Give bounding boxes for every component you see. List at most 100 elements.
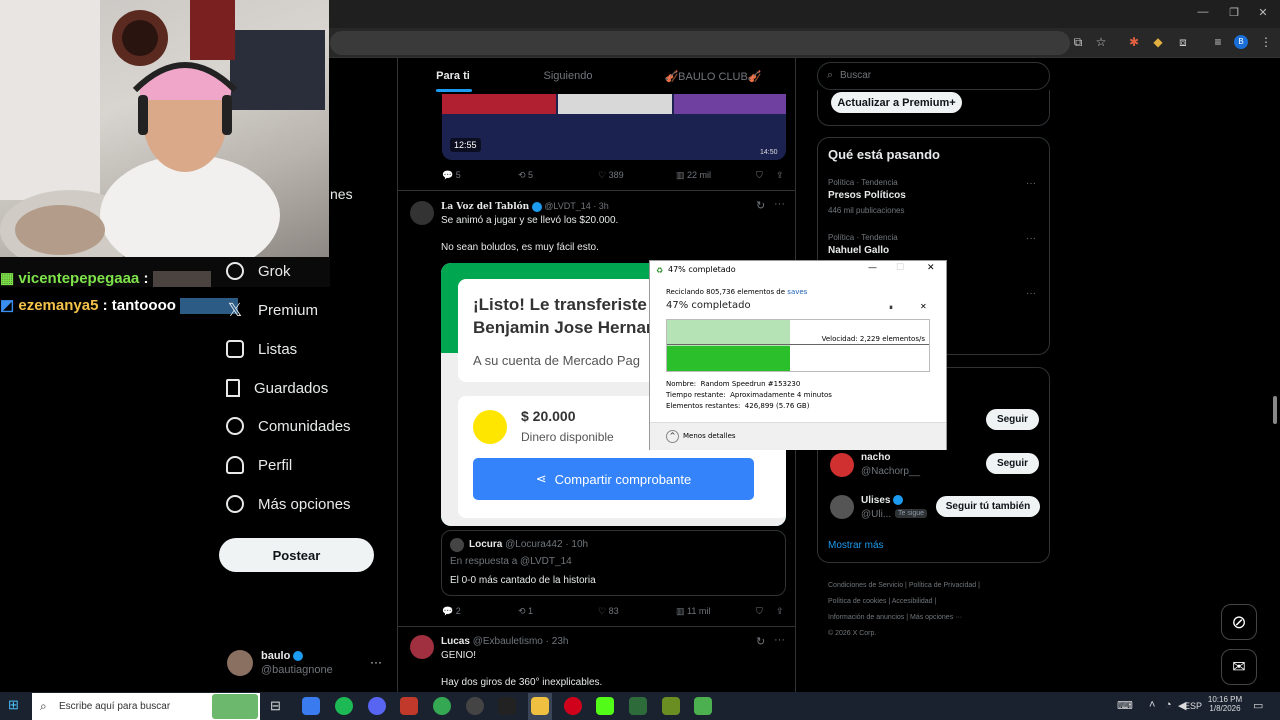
footer-link[interactable]: Política de Privacidad	[909, 582, 976, 589]
tab-following[interactable]: Siguiendo	[523, 58, 613, 94]
tweet-time[interactable]: · 3h	[593, 201, 609, 211]
bookmark-button[interactable]: ⛉	[756, 606, 776, 617]
trend-more-icon[interactable]: ···	[1026, 288, 1036, 299]
pause-icon[interactable]: ⏸	[889, 303, 893, 313]
nav-item-profile[interactable]: Perfil	[226, 450, 292, 480]
tweet-more-icon[interactable]: ···	[774, 198, 785, 210]
retweet-button[interactable]: ⟲ 1	[518, 606, 598, 617]
extensions-puzzle-icon[interactable]: ⧈	[1175, 34, 1191, 50]
cancel-icon[interactable]: ✕	[920, 302, 927, 311]
grass-block-icon[interactable]	[694, 697, 712, 715]
show-more-link[interactable]: Mostrar más	[828, 540, 884, 551]
video-player[interactable]: 12:55 14:50	[442, 94, 786, 160]
like-button[interactable]: ♡ 389	[598, 170, 676, 181]
address-field[interactable]	[330, 31, 1070, 55]
kick-icon[interactable]	[596, 697, 614, 715]
share-button[interactable]: ⇪	[776, 170, 784, 181]
extension-2-icon[interactable]: ◆	[1150, 34, 1166, 50]
like-button[interactable]: ♡ 83	[598, 606, 676, 617]
bookmark-button[interactable]: ⛉	[756, 170, 776, 181]
tweet-author-handle[interactable]: @Exbauletismo	[473, 636, 543, 647]
footer-link[interactable]: Más opciones ···	[910, 614, 962, 621]
chrome-icon[interactable]	[433, 697, 451, 715]
nav-item-premium[interactable]: 𝕏 Premium	[226, 295, 318, 325]
footer-link[interactable]: Condiciones de Servicio	[828, 582, 903, 589]
trend-title[interactable]: Presos Políticos	[828, 190, 906, 201]
reply-button[interactable]: 💬 5	[442, 170, 518, 181]
profile-avatar-icon[interactable]: B	[1234, 35, 1248, 49]
search-input[interactable]: ⌕ Buscar	[817, 62, 1050, 90]
follow-back-button[interactable]: Seguir tú también	[936, 496, 1040, 517]
spotify-icon[interactable]	[335, 697, 353, 715]
upgrade-premium-button[interactable]: Actualizar a Premium+	[831, 92, 962, 113]
trend-more-icon[interactable]: ···	[1026, 233, 1036, 244]
views-button[interactable]: ▥ 22 mil	[676, 170, 756, 181]
tray-chevron-icon[interactable]: ˄	[1149, 699, 1155, 711]
tweet-time[interactable]: · 23h	[546, 636, 569, 647]
footer-link[interactable]: Accesibilidad	[892, 598, 933, 605]
grok-icon[interactable]: ↻	[756, 199, 765, 212]
discord-icon[interactable]	[368, 697, 386, 715]
restore-icon[interactable]: ❐	[1227, 6, 1241, 20]
keyboard-icon[interactable]: ⌨	[1117, 699, 1133, 712]
page-scrollbar[interactable]	[1273, 396, 1277, 424]
footer-link[interactable]: Política de cookies	[828, 598, 886, 605]
trend-title[interactable]: Nahuel Gallo	[828, 245, 889, 256]
minecraft-launcher-icon[interactable]	[629, 697, 647, 715]
tweet-author-avatar[interactable]	[410, 201, 434, 225]
tweet-more-icon[interactable]: ···	[774, 634, 785, 646]
tweet-author-name[interactable]: Lucas	[441, 636, 470, 647]
dialog-close-icon[interactable]: ✕	[927, 263, 935, 273]
tweet-author-handle[interactable]: @LVDT_14	[544, 201, 591, 211]
taskbar-search-input[interactable]: ⌕ Escribe aquí para buscar	[32, 693, 260, 720]
messages-float-icon[interactable]: ✉	[1221, 649, 1257, 685]
views-button[interactable]: ▥ 11 mil	[676, 606, 756, 617]
file-explorer-icon[interactable]	[531, 697, 549, 715]
copilot-icon[interactable]	[302, 697, 320, 715]
install-icon[interactable]: ⧉	[1070, 34, 1086, 50]
nav-item-bookmarks[interactable]: Guardados	[226, 373, 328, 403]
tab-baulo-club[interactable]: 🎻BAULO CLUB🎻	[658, 58, 768, 94]
follow-avatar[interactable]	[830, 453, 854, 477]
capcut-icon[interactable]	[498, 697, 516, 715]
nav-item-lists[interactable]: Listas	[226, 334, 297, 364]
opera-icon[interactable]	[564, 697, 582, 715]
collapse-chevron-icon[interactable]: ^	[666, 430, 679, 443]
post-button[interactable]: Postear	[219, 538, 374, 572]
minimize-icon[interactable]: —	[1196, 6, 1210, 20]
kebab-menu-icon[interactable]: ⋮	[1258, 34, 1274, 50]
extension-icon[interactable]: ✱	[1126, 34, 1142, 50]
follow-button[interactable]: Seguir	[986, 409, 1039, 430]
grok-float-icon[interactable]: ⊘	[1221, 604, 1257, 640]
nav-item-more[interactable]: Más opciones	[226, 489, 351, 519]
task-view-icon[interactable]: ⊟	[270, 698, 281, 714]
wifi-icon[interactable]: ◔	[1165, 699, 1172, 711]
nav-item-grok[interactable]: Grok	[226, 256, 291, 286]
voice-app-icon[interactable]	[400, 697, 418, 715]
nav-item-communities[interactable]: Comunidades	[226, 411, 351, 441]
trend-more-icon[interactable]: ···	[1026, 178, 1036, 189]
follow-button[interactable]: Seguir	[986, 453, 1039, 474]
obs-icon[interactable]	[466, 697, 484, 715]
follow-avatar[interactable]	[830, 495, 854, 519]
clock[interactable]: 10:16 PM 1/8/2026	[1207, 695, 1243, 713]
media-icon[interactable]: ≡	[1210, 34, 1226, 50]
grok-icon[interactable]: ↻	[756, 635, 765, 648]
tweet-author-name[interactable]: La Voz del Tablón	[441, 202, 529, 212]
bookmark-star-icon[interactable]: ☆	[1093, 34, 1109, 50]
share-button[interactable]: ⇪	[776, 606, 784, 617]
tweet-author-avatar[interactable]	[410, 635, 434, 659]
reply-button[interactable]: 💬 2	[442, 606, 518, 617]
account-more-icon[interactable]: ···	[370, 655, 382, 669]
minecraft-icon[interactable]	[662, 697, 680, 715]
windows-start-icon[interactable]: ⊞	[8, 698, 22, 712]
follow-name[interactable]: Ulises	[861, 495, 904, 506]
follow-name[interactable]: nacho	[861, 452, 890, 463]
dialog-minimize-icon[interactable]: —	[868, 263, 877, 273]
account-name[interactable]: baulo	[261, 650, 304, 662]
close-window-icon[interactable]: ✕	[1256, 6, 1270, 20]
account-avatar[interactable]	[227, 650, 253, 676]
quoted-tweet[interactable]: Locura @Locura442 · 10h En respuesta a @…	[441, 530, 786, 596]
language-indicator[interactable]: ESP	[1184, 701, 1202, 711]
destination-link[interactable]: saves	[787, 288, 807, 296]
